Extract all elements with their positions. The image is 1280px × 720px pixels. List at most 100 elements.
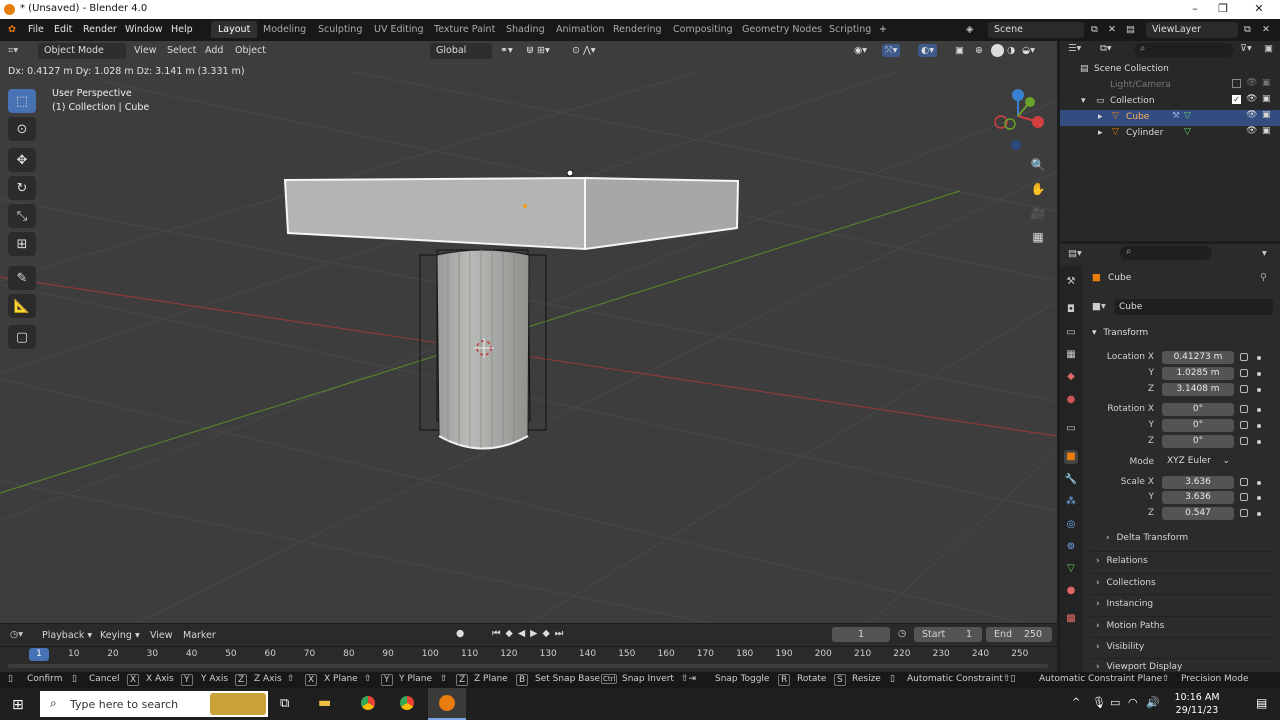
scale-y-field[interactable]: 3.636 bbox=[1162, 491, 1234, 504]
add-workspace-icon[interactable]: + bbox=[879, 24, 887, 35]
proportional-edit-icon[interactable]: ⊙ ⋀▾ bbox=[572, 45, 596, 56]
add-cube-tool-icon[interactable]: ▢ bbox=[8, 325, 36, 349]
camera-icon[interactable]: ▣ bbox=[1262, 94, 1271, 104]
outliner-row-cube[interactable]: ▸ ▽ Cube ⚒ ▽ 👁 ▣ bbox=[1060, 110, 1280, 126]
timeline-menu-view[interactable]: View bbox=[150, 630, 173, 641]
render-tab-icon[interactable]: ◘ bbox=[1064, 303, 1078, 317]
tab-sculpting[interactable]: Sculpting bbox=[318, 24, 362, 35]
location-y-field[interactable]: 1.0285 m bbox=[1162, 367, 1234, 380]
outliner-row-light-camera[interactable]: Light/Camera 👁 ▣ bbox=[1060, 78, 1280, 94]
pin-icon[interactable]: ⚲ bbox=[1260, 272, 1267, 283]
keyframe-dot-icon[interactable] bbox=[1257, 496, 1261, 500]
move-tool-icon[interactable]: ✥ bbox=[8, 148, 36, 172]
expand-icon[interactable]: ▾ bbox=[1081, 96, 1086, 106]
lock-icon[interactable] bbox=[1240, 369, 1248, 377]
keyframe-dot-icon[interactable] bbox=[1257, 440, 1261, 444]
tab-compositing[interactable]: Compositing bbox=[673, 24, 733, 35]
ortho-grid-icon[interactable]: ▦ bbox=[1027, 226, 1049, 248]
rotation-x-field[interactable]: 0° bbox=[1162, 403, 1234, 416]
view-layer-field[interactable]: ViewLayer bbox=[1146, 22, 1238, 38]
exclude-checkbox[interactable] bbox=[1232, 79, 1241, 88]
editor-type-icon[interactable]: ⌗▾ bbox=[8, 45, 18, 56]
lock-icon[interactable] bbox=[1240, 493, 1248, 501]
file-explorer-icon[interactable]: ▬ bbox=[318, 695, 331, 711]
clock-time[interactable]: 10:16 AM bbox=[1167, 692, 1227, 703]
pivot-icon[interactable]: ⚭▾ bbox=[500, 45, 513, 56]
viewport-menu-object[interactable]: Object bbox=[235, 45, 266, 56]
blender-menu-icon[interactable]: ✿ bbox=[8, 24, 16, 35]
select-box-tool-icon[interactable]: ⬚ bbox=[8, 89, 36, 113]
taskbar-search-box[interactable]: ⌕ Type here to search bbox=[40, 691, 268, 717]
expand-icon[interactable]: ▸ bbox=[1098, 112, 1103, 122]
outliner-search-input[interactable]: ⌕ bbox=[1134, 43, 1234, 57]
wifi-icon[interactable]: ◠ bbox=[1128, 696, 1138, 709]
tab-texture-paint[interactable]: Texture Paint bbox=[434, 24, 495, 35]
chrome-icon[interactable] bbox=[358, 693, 378, 713]
scale-tool-icon[interactable]: ⤡ bbox=[8, 204, 36, 228]
eye-icon[interactable]: 👁 bbox=[1246, 78, 1257, 88]
battery-icon[interactable]: ▭ bbox=[1110, 696, 1120, 709]
new-collection-icon[interactable]: ▣ bbox=[1264, 43, 1273, 54]
include-checkbox[interactable]: ✓ bbox=[1232, 95, 1241, 104]
delete-view-layer-icon[interactable]: ✕ bbox=[1262, 24, 1270, 35]
modifier-tab-icon[interactable]: 🔧 bbox=[1064, 473, 1078, 487]
navigation-gizmo[interactable] bbox=[990, 86, 1054, 150]
object-name-field[interactable]: Cube bbox=[1115, 299, 1273, 315]
end-frame-field[interactable]: End 250 bbox=[986, 627, 1052, 642]
tab-layout[interactable]: Layout bbox=[211, 21, 258, 38]
viewport-menu-view[interactable]: View bbox=[134, 45, 157, 56]
clock-date[interactable]: 29/11/23 bbox=[1167, 705, 1227, 716]
rotation-z-field[interactable]: 0° bbox=[1162, 435, 1234, 448]
viewport-menu-add[interactable]: Add bbox=[205, 45, 223, 56]
new-scene-icon[interactable]: ⧉ bbox=[1091, 24, 1098, 35]
camera-icon[interactable]: ▣ bbox=[1262, 126, 1271, 136]
snap-icon[interactable]: ⋓ ⊞▾ bbox=[526, 45, 550, 56]
orientation-dropdown[interactable]: Global bbox=[430, 43, 492, 59]
mesh-data-icon[interactable]: ▽ bbox=[1184, 111, 1191, 121]
material-tab-icon[interactable]: ● bbox=[1064, 584, 1078, 598]
keyframe-dot-icon[interactable] bbox=[1257, 408, 1261, 412]
timeline-editor-icon[interactable]: ◷▾ bbox=[10, 629, 23, 640]
viewport-menu-select[interactable]: Select bbox=[167, 45, 196, 56]
scene-icon[interactable]: ◈ bbox=[966, 24, 973, 35]
windows-start-icon[interactable]: ⊞ bbox=[12, 697, 24, 713]
blender-taskbar-button[interactable] bbox=[428, 688, 466, 720]
maximize-icon[interactable]: ❐ bbox=[1216, 2, 1230, 15]
eye-icon[interactable]: 👁 bbox=[1246, 94, 1257, 104]
material-shading-icon[interactable]: ◑ bbox=[1007, 45, 1015, 56]
object-mode-dropdown[interactable]: Object Mode bbox=[38, 43, 126, 59]
filter-icon[interactable]: ⊽▾ bbox=[1240, 43, 1252, 54]
particles-tab-icon[interactable]: ⁂ bbox=[1064, 495, 1078, 509]
keyframe-dot-icon[interactable] bbox=[1257, 424, 1261, 428]
close-icon[interactable]: ✕ bbox=[1252, 2, 1266, 15]
display-mode-icon[interactable]: ⧉▾ bbox=[1100, 43, 1112, 54]
zoom-icon[interactable]: 🔍 bbox=[1027, 154, 1049, 176]
keyframe-dot-icon[interactable] bbox=[1257, 356, 1261, 360]
eye-icon[interactable]: 👁 bbox=[1246, 110, 1257, 120]
object-tab-icon[interactable]: ■ bbox=[1064, 450, 1078, 464]
texture-tab-icon[interactable]: ▩ bbox=[1064, 612, 1078, 626]
scene-tab-icon[interactable]: ◆ bbox=[1064, 370, 1078, 384]
wireframe-shading-icon[interactable]: ⊕ bbox=[975, 45, 983, 56]
3d-viewport[interactable]: ⌗▾ Object Mode View Select Add Object Gl… bbox=[0, 41, 1057, 623]
data-tab-icon[interactable]: ▽ bbox=[1064, 562, 1078, 576]
microphone-icon[interactable]: 🎙 bbox=[1092, 696, 1106, 709]
keyframe-dot-icon[interactable] bbox=[1257, 512, 1261, 516]
rotate-tool-icon[interactable]: ↻ bbox=[8, 176, 36, 200]
datablock-icon[interactable]: ■▾ bbox=[1092, 301, 1106, 312]
delta-transform-panel[interactable]: › Delta Transform bbox=[1106, 533, 1188, 543]
outliner-row-scene-collection[interactable]: ▤ Scene Collection bbox=[1060, 62, 1280, 78]
camera-view-icon[interactable]: 🎥 bbox=[1027, 202, 1049, 224]
measure-tool-icon[interactable]: 📐 bbox=[8, 294, 36, 318]
tab-animation[interactable]: Animation bbox=[556, 24, 604, 35]
properties-editor-icon[interactable]: ▤▾ bbox=[1068, 248, 1082, 259]
start-frame-field[interactable]: Start 1 bbox=[914, 627, 982, 642]
mesh-data-icon[interactable]: ▽ bbox=[1184, 127, 1191, 137]
rendered-shading-icon[interactable]: ◒▾ bbox=[1022, 45, 1035, 56]
tab-modeling[interactable]: Modeling bbox=[263, 24, 306, 35]
physics-tab-icon[interactable]: ◎ bbox=[1064, 518, 1078, 532]
playback-controls[interactable]: ⏮◆◀▶◆⏭ bbox=[492, 628, 568, 639]
tab-geometry-nodes[interactable]: Geometry Nodes bbox=[742, 24, 822, 35]
properties-options-icon[interactable]: ▾ bbox=[1262, 248, 1267, 259]
relations-panel[interactable]: › Relations bbox=[1090, 551, 1275, 569]
